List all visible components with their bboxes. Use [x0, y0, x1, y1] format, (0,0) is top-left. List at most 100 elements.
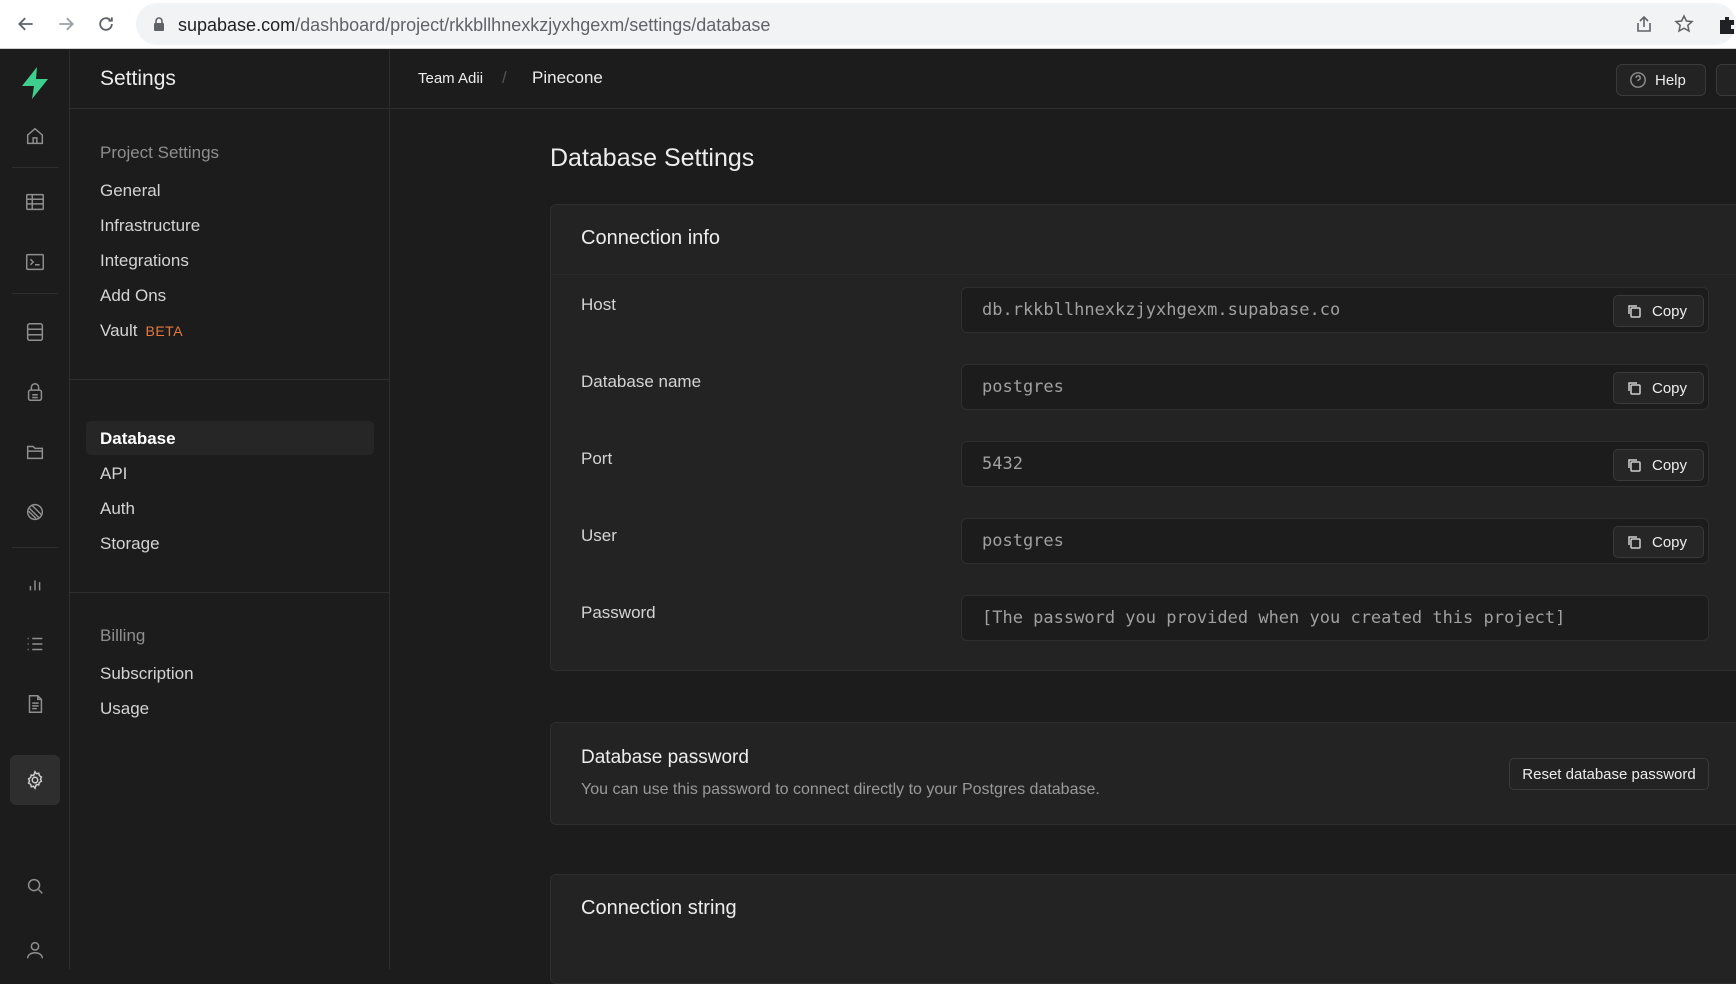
menu-item-general[interactable]: General	[86, 173, 374, 207]
connection-info-card: Connection info Host db.rkkbllhnexkzjyxh…	[550, 204, 1736, 671]
rail-logs[interactable]	[10, 619, 60, 669]
content-topbar: Team Adii / Pinecone Help	[390, 49, 1736, 109]
rail-sql-editor[interactable]	[10, 237, 60, 287]
card-header: Connection info	[551, 205, 1736, 275]
browser-toolbar: supabase.com/dashboard/project/rkkbllhne…	[0, 0, 1736, 49]
copy-icon	[1628, 536, 1641, 549]
menu-item-subscription[interactable]: Subscription	[86, 656, 374, 690]
beta-badge: BETA	[145, 323, 184, 339]
host-value: db.rkkbllhnexkzjyxhgexm.supabase.co	[982, 300, 1341, 320]
forward-button[interactable]	[54, 12, 78, 36]
help-button[interactable]: Help	[1616, 64, 1706, 96]
reset-database-password-button[interactable]: Reset database password	[1509, 758, 1709, 790]
supabase-logo-icon[interactable]	[16, 64, 54, 102]
help-circle-icon	[1630, 72, 1646, 88]
lock-icon	[154, 17, 164, 31]
menu-item-usage[interactable]: Usage	[86, 691, 374, 725]
settings-menu: Settings Project Settings General Infras…	[70, 49, 390, 969]
rail-search[interactable]	[10, 861, 60, 911]
address-bar[interactable]: supabase.com/dashboard/project/rkkbllhne…	[136, 3, 1736, 45]
logs-icon	[27, 637, 43, 651]
table-editor-icon	[26, 193, 44, 211]
breadcrumb-separator: /	[502, 68, 507, 87]
home-icon	[26, 127, 44, 145]
menu-title: Settings	[100, 67, 176, 90]
copy-icon	[1628, 459, 1641, 472]
menu-item-vault[interactable]: Vault BETA	[86, 313, 374, 347]
rail-account[interactable]	[10, 925, 60, 975]
password-value: [The password you provided when you crea…	[982, 608, 1566, 628]
database-password-card: Database password You can use this passw…	[550, 722, 1736, 825]
database-name-value: postgres	[982, 377, 1064, 397]
arrow-left-icon	[18, 17, 33, 31]
menu-item-auth[interactable]: Auth	[86, 491, 374, 525]
copy-host-button[interactable]: Copy	[1613, 295, 1704, 327]
rail-storage[interactable]	[10, 427, 60, 477]
menu-item-storage[interactable]: Storage	[86, 526, 374, 560]
menu-divider	[70, 592, 390, 593]
menu-group-billing: Billing	[100, 626, 146, 645]
url-text: supabase.com/dashboard/project/rkkbllhne…	[178, 15, 771, 35]
password-field[interactable]: [The password you provided when you crea…	[961, 595, 1709, 641]
reload-icon	[99, 17, 113, 31]
menu-item-api[interactable]: API	[86, 456, 374, 490]
copy-user-button[interactable]: Copy	[1613, 526, 1704, 558]
auth-icon	[27, 383, 43, 401]
port-label: Port	[581, 449, 613, 468]
rail-reports[interactable]	[10, 559, 60, 609]
menu-item-add-ons[interactable]: Add Ons	[86, 278, 374, 312]
back-button[interactable]	[14, 12, 38, 36]
host-field[interactable]: db.rkkbllhnexkzjyxhgexm.supabase.co Copy	[961, 287, 1709, 333]
user-value: postgres	[982, 531, 1064, 551]
rail-table-editor[interactable]	[10, 177, 60, 227]
rail-auth[interactable]	[10, 367, 60, 417]
user-icon	[26, 941, 44, 959]
menu-header: Settings	[70, 49, 390, 109]
rail-database[interactable]	[10, 307, 60, 357]
database-password-title: Database password	[581, 747, 749, 768]
database-name-label: Database name	[581, 372, 702, 391]
connection-info-title: Connection info	[581, 227, 720, 249]
search-icon	[27, 878, 43, 894]
database-icon	[26, 323, 44, 341]
storage-icon	[26, 445, 44, 460]
rail-api-docs[interactable]	[10, 679, 60, 729]
extensions-icon[interactable]	[1718, 14, 1736, 34]
database-password-description: You can use this password to connect dir…	[581, 781, 1100, 798]
copy-port-button[interactable]: Copy	[1613, 449, 1704, 481]
sql-editor-icon	[26, 253, 44, 271]
user-label: User	[581, 526, 617, 545]
password-label: Password	[581, 603, 656, 622]
menu-item-database[interactable]: Database	[86, 421, 374, 455]
copy-icon	[1628, 305, 1641, 318]
copy-icon	[1628, 382, 1641, 395]
port-value: 5432	[982, 454, 1023, 474]
rail-divider	[12, 167, 58, 168]
rail-settings[interactable]	[10, 755, 60, 805]
port-field[interactable]: 5432 Copy	[961, 441, 1709, 487]
breadcrumb-project[interactable]: Pinecone	[532, 68, 603, 88]
user-field[interactable]: postgres Copy	[961, 518, 1709, 564]
connection-string-card: Connection string	[550, 874, 1736, 984]
menu-divider	[70, 379, 390, 380]
connection-string-title: Connection string	[581, 897, 737, 919]
reports-icon	[29, 580, 41, 591]
rail-divider	[12, 293, 58, 294]
reload-button[interactable]	[94, 12, 118, 36]
database-name-field[interactable]: postgres Copy	[961, 364, 1709, 410]
menu-group-project-settings: Project Settings	[100, 143, 220, 162]
menu-item-infrastructure[interactable]: Infrastructure	[86, 208, 374, 242]
arrow-right-icon	[59, 17, 74, 31]
host-label: Host	[581, 295, 616, 314]
share-icon[interactable]	[1634, 14, 1654, 34]
settings-icon	[27, 770, 43, 790]
rail-divider	[12, 547, 58, 548]
rail-edge-functions[interactable]	[10, 487, 60, 537]
page-title: Database Settings	[550, 144, 755, 172]
rail-home[interactable]	[10, 111, 60, 161]
copy-database-name-button[interactable]: Copy	[1613, 372, 1704, 404]
feedback-button[interactable]	[1716, 64, 1736, 96]
bookmark-star-icon[interactable]	[1674, 14, 1694, 34]
breadcrumb-team[interactable]: Team Adii	[418, 70, 483, 87]
menu-item-integrations[interactable]: Integrations	[86, 243, 374, 277]
